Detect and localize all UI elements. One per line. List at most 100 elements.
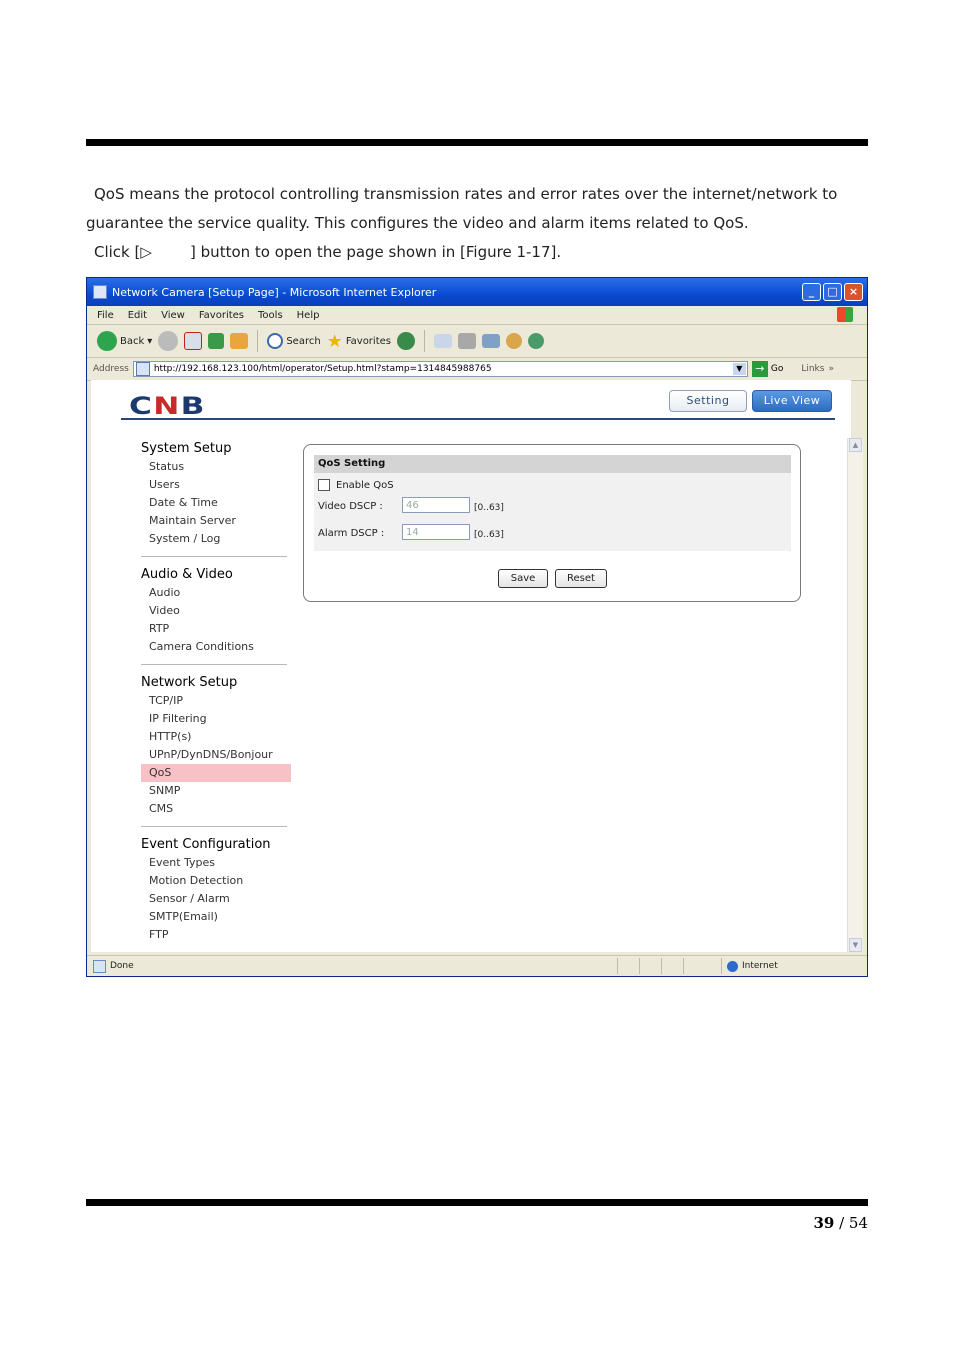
scroll-up-icon[interactable]: ▲ bbox=[849, 438, 862, 452]
settings-sidebar: System Setup Status Users Date & Time Ma… bbox=[141, 440, 291, 952]
nav-item-upnp-dyndns-bonjour[interactable]: UPnP/DynDNS/Bonjour bbox=[141, 746, 291, 764]
status-separator bbox=[661, 958, 662, 974]
nav-item-audio[interactable]: Audio bbox=[141, 584, 291, 602]
windows-logo-icon bbox=[837, 307, 853, 322]
enable-qos-checkbox[interactable] bbox=[318, 479, 330, 491]
favorites-label: Favorites bbox=[345, 335, 391, 347]
edit-icon[interactable] bbox=[481, 334, 500, 348]
back-dropdown-icon: ▾ bbox=[147, 335, 153, 347]
back-arrow-icon bbox=[97, 331, 117, 351]
go-button[interactable]: → Go bbox=[751, 361, 784, 377]
address-label: Address bbox=[93, 364, 129, 374]
logo-letter-c: C bbox=[129, 392, 154, 420]
menu-file[interactable]: File bbox=[97, 310, 114, 321]
intro-paragraph: QoS means the protocol controlling trans… bbox=[86, 180, 846, 267]
discuss-icon[interactable] bbox=[505, 333, 522, 349]
nav-item-ftp[interactable]: FTP bbox=[141, 926, 291, 944]
status-separator bbox=[683, 958, 684, 974]
footer-rule bbox=[86, 1199, 868, 1206]
maximize-button[interactable]: □ bbox=[823, 283, 842, 301]
favorites-button[interactable]: ★ Favorites bbox=[327, 331, 391, 352]
nav-item-status[interactable]: Status bbox=[141, 458, 291, 476]
alarm-dscp-input[interactable]: 14 bbox=[402, 524, 470, 540]
nav-item-rtp[interactable]: RTP bbox=[141, 620, 291, 638]
nav-header-event-configuration[interactable]: Event Configuration bbox=[141, 836, 291, 854]
stop-icon[interactable] bbox=[184, 332, 203, 350]
nav-item-cms[interactable]: CMS bbox=[141, 800, 291, 818]
video-dscp-range: [0..63] bbox=[474, 503, 504, 513]
menu-help[interactable]: Help bbox=[297, 310, 320, 321]
nav-header-audio-video[interactable]: Audio & Video bbox=[141, 566, 291, 584]
scroll-down-icon[interactable]: ▼ bbox=[849, 938, 862, 952]
page-separator: / bbox=[834, 1214, 849, 1232]
nav-item-smtp-email[interactable]: SMTP(Email) bbox=[141, 908, 291, 926]
security-zone: Internet bbox=[727, 960, 778, 972]
nav-item-video[interactable]: Video bbox=[141, 602, 291, 620]
qos-setting-header: QoS Setting bbox=[314, 455, 791, 473]
status-separator bbox=[639, 958, 640, 974]
status-separator bbox=[617, 958, 618, 974]
alarm-dscp-label: Alarm DSCP : bbox=[318, 528, 385, 539]
print-icon[interactable] bbox=[457, 333, 476, 349]
toolbar-separator-2 bbox=[423, 330, 425, 352]
nav-header-network-setup[interactable]: Network Setup bbox=[141, 674, 291, 692]
browser-window: Network Camera [Setup Page] - Microsoft … bbox=[86, 277, 868, 977]
page-done-icon bbox=[93, 959, 106, 973]
back-button[interactable]: Back ▾ bbox=[97, 331, 152, 351]
home-icon[interactable] bbox=[230, 333, 249, 349]
go-arrow-icon: → bbox=[751, 361, 768, 377]
nav-divider bbox=[141, 826, 287, 827]
internet-globe-icon bbox=[727, 960, 738, 972]
nav-item-tcpip[interactable]: TCP/IP bbox=[141, 692, 291, 710]
nav-item-maintain-server[interactable]: Maintain Server bbox=[141, 512, 291, 530]
forward-arrow-icon[interactable] bbox=[158, 331, 179, 351]
menu-favorites[interactable]: Favorites bbox=[199, 310, 244, 321]
links-label[interactable]: Links bbox=[801, 364, 824, 374]
click-instruction: Click [▷ ] button to open the page shown… bbox=[94, 243, 562, 261]
nav-item-event-types[interactable]: Event Types bbox=[141, 854, 291, 872]
setting-button[interactable]: Setting bbox=[669, 390, 747, 412]
refresh-icon[interactable] bbox=[208, 333, 225, 349]
nav-item-system-log[interactable]: System / Log bbox=[141, 530, 291, 548]
nav-group-system: System Setup Status Users Date & Time Ma… bbox=[141, 440, 291, 557]
status-bar: Done Internet bbox=[87, 955, 867, 976]
nav-item-sensor-alarm[interactable]: Sensor / Alarm bbox=[141, 890, 291, 908]
links-chevron-icon[interactable]: » bbox=[828, 364, 834, 374]
address-dropdown-icon[interactable]: ▼ bbox=[732, 363, 746, 375]
nav-divider bbox=[141, 664, 287, 665]
close-button[interactable]: × bbox=[844, 283, 863, 301]
address-input[interactable]: http://192.168.123.100/html/operator/Set… bbox=[132, 361, 748, 377]
nav-item-users[interactable]: Users bbox=[141, 476, 291, 494]
menu-edit[interactable]: Edit bbox=[128, 310, 147, 321]
search-icon bbox=[267, 333, 284, 349]
qos-setting-body: Enable QoS Video DSCP : 46 [0..63] Alarm… bbox=[314, 473, 791, 551]
nav-group-event: Event Configuration Event Types Motion D… bbox=[141, 836, 291, 944]
nav-item-camera-conditions[interactable]: Camera Conditions bbox=[141, 638, 291, 656]
menu-tools[interactable]: Tools bbox=[258, 310, 283, 321]
search-button[interactable]: Search bbox=[267, 333, 321, 349]
vertical-scrollbar[interactable]: ▲ ▼ bbox=[847, 438, 863, 952]
page-current: 39 bbox=[813, 1214, 835, 1232]
history-icon[interactable] bbox=[396, 332, 415, 350]
save-button[interactable]: Save bbox=[498, 569, 548, 588]
go-label: Go bbox=[770, 364, 784, 374]
nav-item-motion-detection[interactable]: Motion Detection bbox=[141, 872, 291, 890]
page-content: CNB Setting Live View System Setup Statu… bbox=[91, 380, 851, 952]
minimize-button[interactable]: _ bbox=[802, 283, 821, 301]
menu-view[interactable]: View bbox=[161, 310, 185, 321]
messenger-icon[interactable] bbox=[527, 333, 544, 349]
nav-item-ip-filtering[interactable]: IP Filtering bbox=[141, 710, 291, 728]
nav-header-system-setup[interactable]: System Setup bbox=[141, 440, 291, 458]
nav-item-date-time[interactable]: Date & Time bbox=[141, 494, 291, 512]
status-text: Done bbox=[110, 961, 134, 971]
nav-item-https[interactable]: HTTP(s) bbox=[141, 728, 291, 746]
logo-letter-n: N bbox=[153, 392, 181, 420]
mail-icon[interactable] bbox=[433, 334, 452, 348]
reset-button[interactable]: Reset bbox=[555, 569, 607, 588]
browser-toolbar: Back ▾ Search ★ Favorites bbox=[87, 325, 867, 358]
video-dscp-input[interactable]: 46 bbox=[402, 497, 470, 513]
nav-item-qos[interactable]: QoS bbox=[141, 764, 291, 782]
live-view-button[interactable]: Live View bbox=[752, 390, 832, 412]
nav-item-snmp[interactable]: SNMP bbox=[141, 782, 291, 800]
ie-page-icon bbox=[93, 285, 107, 299]
